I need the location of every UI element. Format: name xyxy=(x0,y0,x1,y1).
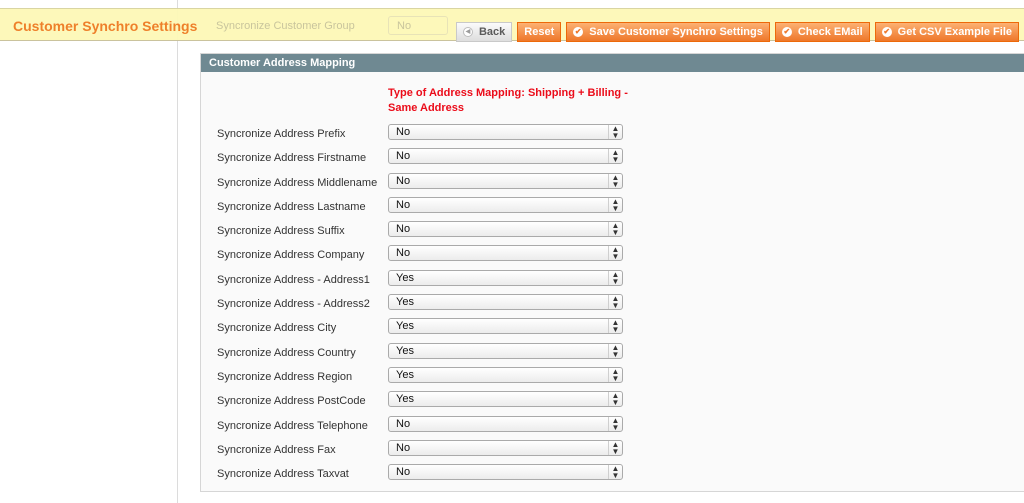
select-value: No xyxy=(396,198,411,211)
reset-button[interactable]: Reset xyxy=(517,22,562,42)
field-label: Syncronize Address Suffix xyxy=(217,225,345,238)
get-csv-example-button[interactable]: ✔ Get CSV Example File xyxy=(874,22,1019,42)
select-value: No xyxy=(396,126,411,138)
select-value: No xyxy=(396,247,411,260)
select-arrows-icon: ▲ ▼ xyxy=(608,440,622,455)
page-title: Customer Synchro Settings xyxy=(13,18,198,34)
field-select[interactable]: No ▲ ▼ xyxy=(388,221,623,238)
form-row: Syncronize Address - Address2 Yes ▲ ▼ xyxy=(201,293,661,317)
select-value: Yes xyxy=(396,320,414,333)
select-value: No xyxy=(396,223,411,236)
mapping-fields: Syncronize Address Prefix No ▲ ▼ Syncronize … xyxy=(201,123,661,487)
form-row: Syncronize Address Suffix No ▲ ▼ xyxy=(201,220,661,244)
form-row: Syncronize Address Region Yes ▲ ▼ xyxy=(201,366,661,390)
back-button[interactable]: ◀ Back xyxy=(455,22,513,42)
select-value: Yes xyxy=(396,296,414,309)
select-value: No xyxy=(396,417,411,430)
form-row: Syncronize Address Lastname No ▲ ▼ xyxy=(201,196,661,220)
select-arrows-icon: ▲ ▼ xyxy=(608,416,622,431)
select-arrows-icon: ▲ ▼ xyxy=(608,392,622,407)
get-csv-label: Get CSV Example File xyxy=(897,26,1012,38)
sticky-header: Customer Synchro Settings Syncronize Cus… xyxy=(0,8,1024,42)
field-label: Syncronize Address Company xyxy=(217,249,365,262)
field-select[interactable]: Yes ▲ ▼ xyxy=(388,342,623,359)
select-arrows-icon: ▲ ▼ xyxy=(608,222,622,237)
field-select[interactable]: No ▲ ▼ xyxy=(388,124,623,140)
field-select[interactable]: No ▲ ▼ xyxy=(388,148,623,165)
field-select[interactable]: No ▲ ▼ xyxy=(388,464,623,481)
field-label: Syncronize Address Fax xyxy=(217,443,336,456)
form-row: Syncronize Address Middlename No ▲ ▼ xyxy=(201,172,661,196)
field-select[interactable]: No ▲ ▼ xyxy=(388,172,623,189)
form-row: Syncronize Address Taxvat No ▲ ▼ xyxy=(201,463,661,487)
select-value: No xyxy=(396,150,411,163)
select-arrows-icon: ▲ ▼ xyxy=(608,125,622,140)
field-label: Syncronize Address Region xyxy=(217,370,353,383)
field-select[interactable]: No ▲ ▼ xyxy=(388,415,623,432)
save-button-label: Save Customer Synchro Settings xyxy=(589,26,763,38)
scrolled-field-select: No xyxy=(388,16,448,35)
select-value: No xyxy=(396,174,411,187)
checkmark-icon: ✔ xyxy=(573,27,584,37)
header-actions: ◀ Back Reset ✔ Save Customer Synchro Set… xyxy=(455,22,1019,42)
field-label: Syncronize Address Firstname xyxy=(217,152,367,165)
field-select[interactable]: Yes ▲ ▼ xyxy=(388,294,623,311)
form-row: Syncronize Address Company No ▲ ▼ xyxy=(201,244,661,268)
field-select[interactable]: Yes ▲ ▼ xyxy=(388,318,623,335)
select-value: No xyxy=(396,466,411,479)
form-row: Syncronize Address PostCode Yes ▲ ▼ xyxy=(201,390,661,414)
field-label: Syncronize Address - Address2 xyxy=(217,298,370,311)
field-label: Syncronize Address Telephone xyxy=(217,419,368,432)
check-email-button[interactable]: ✔ Check EMail xyxy=(774,22,870,42)
select-value: Yes xyxy=(396,344,414,357)
field-label: Syncronize Address Prefix xyxy=(217,128,346,140)
checkmark-icon: ✔ xyxy=(881,27,892,37)
field-select[interactable]: Yes ▲ ▼ xyxy=(388,269,623,286)
save-settings-button[interactable]: ✔ Save Customer Synchro Settings xyxy=(566,22,770,42)
panel-title: Customer Address Mapping xyxy=(201,54,1024,72)
select-arrows-icon: ▲ ▼ xyxy=(608,319,622,334)
select-arrows-icon: ▲ ▼ xyxy=(608,149,622,164)
select-arrows-icon: ▲ ▼ xyxy=(608,270,622,285)
scrolled-field-label: Syncronize Customer Group xyxy=(216,20,355,32)
field-select[interactable]: No ▲ ▼ xyxy=(388,196,623,213)
form-row: Syncronize Address Firstname No ▲ ▼ xyxy=(201,147,661,171)
form-row: Syncronize Address - Address1 Yes ▲ ▼ xyxy=(201,269,661,293)
select-value: Yes xyxy=(396,368,414,381)
customer-address-mapping-panel: Customer Address Mapping Type of Address… xyxy=(200,53,1024,492)
form-row: Syncronize Address Telephone No ▲ ▼ xyxy=(201,415,661,439)
form-row: Syncronize Address Fax No ▲ ▼ xyxy=(201,439,661,463)
select-arrows-icon: ▲ ▼ xyxy=(608,465,622,480)
field-label: Syncronize Address City xyxy=(217,322,337,335)
back-arrow-icon: ◀ xyxy=(462,27,473,37)
form-row: Syncronize Address Prefix No ▲ ▼ xyxy=(201,123,661,147)
field-select[interactable]: No ▲ ▼ xyxy=(388,245,623,262)
select-value: No xyxy=(396,441,411,454)
select-arrows-icon: ▲ ▼ xyxy=(608,173,622,188)
field-label: Syncronize Address Country xyxy=(217,346,356,359)
field-label: Syncronize Address PostCode xyxy=(217,395,366,408)
select-arrows-icon: ▲ ▼ xyxy=(608,367,622,382)
field-label: Syncronize Address Lastname xyxy=(217,200,366,213)
field-select[interactable]: Yes ▲ ▼ xyxy=(388,366,623,383)
select-arrows-icon: ▲ ▼ xyxy=(608,343,622,358)
back-button-label: Back xyxy=(478,26,506,38)
form-row: Syncronize Address City Yes ▲ ▼ xyxy=(201,317,661,341)
field-label: Syncronize Address - Address1 xyxy=(217,273,370,286)
field-label: Syncronize Address Middlename xyxy=(217,176,378,189)
select-value: Yes xyxy=(396,393,414,406)
field-select[interactable]: No ▲ ▼ xyxy=(388,439,623,456)
field-label: Syncronize Address Taxvat xyxy=(217,468,349,481)
field-select[interactable]: Yes ▲ ▼ xyxy=(388,391,623,408)
check-email-label: Check EMail xyxy=(797,26,863,38)
mapping-type-notice: Type of Address Mapping: Shipping + Bill… xyxy=(388,87,628,114)
select-arrows-icon: ▲ ▼ xyxy=(608,197,622,212)
form-row: Syncronize Address Country Yes ▲ ▼ xyxy=(201,342,661,366)
select-arrows-icon: ▲ ▼ xyxy=(608,246,622,261)
select-value: Yes xyxy=(396,271,414,284)
reset-button-label: Reset xyxy=(524,26,555,38)
sidebar-divider xyxy=(177,0,178,503)
checkmark-icon: ✔ xyxy=(781,27,792,37)
select-arrows-icon: ▲ ▼ xyxy=(608,295,622,310)
